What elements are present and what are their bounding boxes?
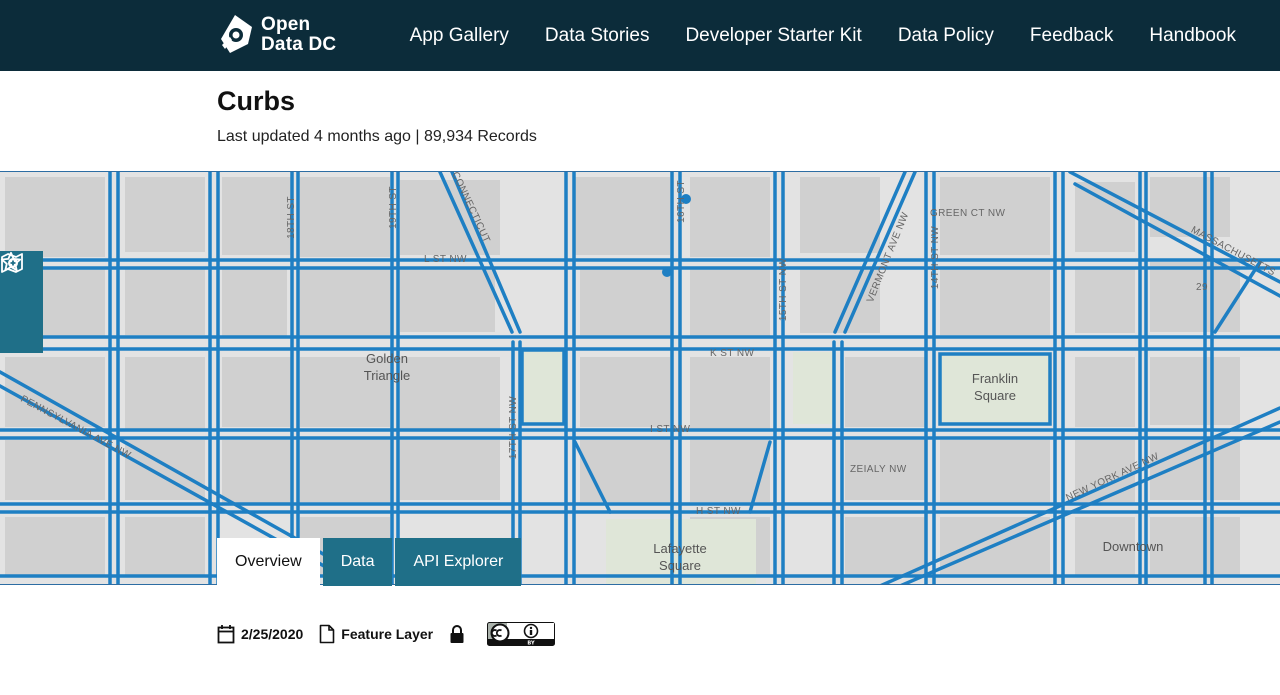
logo-line-2: Data DC: [261, 34, 337, 55]
dataset-header: Curbs Last updated 4 months ago | 89,934…: [217, 84, 537, 147]
page-title: Curbs: [217, 86, 296, 116]
street-label-16th: 16TH ST: [675, 180, 687, 223]
dataset-meta: Last updated 4 months ago | 89,934 Recor…: [217, 128, 537, 145]
dataset-details: 2/25/2020 Feature Layer BY: [217, 621, 577, 647]
nav-data-policy[interactable]: Data Policy: [898, 25, 994, 47]
add-map-icon: [1, 253, 23, 273]
lock-icon: [450, 625, 464, 643]
nav-feedback[interactable]: Feedback: [1030, 25, 1113, 47]
date-detail: 2/25/2020: [217, 624, 303, 644]
nav-data-stories[interactable]: Data Stories: [545, 25, 650, 47]
street-label-17th: 17TH ST NW: [508, 395, 520, 460]
tab-api-explorer[interactable]: API Explorer: [395, 538, 522, 586]
logo-wordmark: Open Data DC: [261, 15, 336, 55]
street-label-14th: 14TH ST NW: [930, 225, 942, 290]
nav-handbook[interactable]: Handbook: [1149, 25, 1236, 47]
tab-overview[interactable]: Overview: [217, 538, 320, 586]
type-detail: Feature Layer: [319, 624, 433, 644]
street-label-18th: 18TH ST: [285, 196, 297, 239]
street-label-h-st: H ST NW: [696, 506, 741, 517]
svg-text:BY: BY: [528, 640, 536, 646]
map-label-franklin-square: Franklin Square: [971, 371, 1019, 403]
street-label-19th: 19TH ST: [387, 186, 399, 229]
open-data-dc-logo[interactable]: Open Data DC: [218, 12, 353, 58]
nav-app-gallery[interactable]: App Gallery: [410, 25, 509, 47]
street-label-zeialy: ZEIALY NW: [850, 464, 907, 475]
main-nav: App Gallery Data Stories Developer Start…: [410, 0, 1236, 71]
map-label-downtown: Downtown: [1102, 539, 1164, 554]
nav-developer-starter-kit[interactable]: Developer Starter Kit: [685, 25, 861, 47]
map-side-toolbar: [0, 251, 43, 353]
tab-data[interactable]: Data: [322, 538, 393, 586]
map-label-golden-triangle: Golden Triangle: [363, 351, 411, 383]
access-detail: [449, 624, 471, 644]
curbs-map[interactable]: Golden Triangle Franklin Square Lafayett…: [0, 171, 1280, 585]
license-detail[interactable]: BY: [487, 622, 561, 646]
calendar-icon: [217, 625, 235, 644]
street-label-k-st: K ST NW: [710, 348, 755, 359]
dataset-tabs: Overview Data API Explorer: [217, 538, 524, 586]
street-label-i-st: I ST NW: [650, 424, 691, 435]
map-label-lafayette-square: Lafayette Square: [653, 541, 707, 573]
logo-line-1: Open: [261, 14, 311, 35]
street-label-green-ct: GREEN CT NW: [930, 208, 1006, 219]
document-icon: [319, 624, 335, 644]
dataset-date: 2/25/2020: [241, 626, 304, 642]
street-label-l-st: L ST NW: [424, 254, 467, 265]
map-canvas[interactable]: [0, 172, 1280, 585]
top-navigation-bar: Open Data DC App Gallery Data Stories De…: [0, 0, 1280, 71]
dataset-type: Feature Layer: [341, 626, 434, 642]
cc-by-icon: BY: [487, 622, 556, 646]
logo-icon: [221, 15, 252, 53]
add-to-map-button[interactable]: [0, 253, 43, 353]
street-label-15th: 15TH ST NW: [778, 257, 790, 322]
route-badge: 29: [1196, 282, 1208, 293]
